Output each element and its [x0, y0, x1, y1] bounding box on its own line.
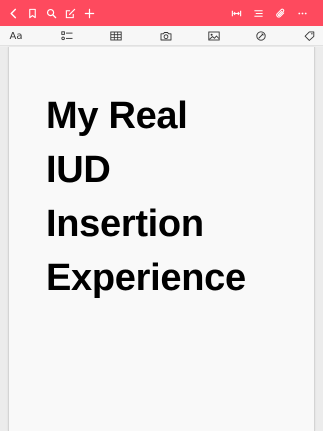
fit-width-icon[interactable]: [225, 0, 247, 26]
checklist-icon[interactable]: [58, 26, 76, 46]
attachment-icon[interactable]: [269, 0, 291, 26]
note-title-line: Experience: [46, 257, 246, 299]
back-icon[interactable]: [4, 0, 23, 26]
search-icon[interactable]: [42, 0, 61, 26]
bookmark-icon[interactable]: [23, 0, 42, 26]
note-title[interactable]: My Real IUD Insertion Experience: [46, 89, 311, 305]
outline-icon[interactable]: [247, 0, 269, 26]
note-page[interactable]: My Real IUD Insertion Experience: [8, 47, 315, 431]
more-icon[interactable]: [291, 0, 313, 26]
add-icon[interactable]: [80, 0, 99, 26]
compose-icon[interactable]: [61, 0, 80, 26]
tag-icon[interactable]: [300, 26, 318, 46]
top-toolbar-right: [225, 0, 313, 26]
note-title-line: IUD: [46, 149, 111, 191]
note-title-line: Insertion: [46, 203, 204, 245]
top-toolbar-left: [4, 0, 99, 26]
image-icon[interactable]: [205, 26, 223, 46]
table-icon[interactable]: [107, 26, 125, 46]
drawing-icon[interactable]: [252, 26, 270, 46]
text-style-button[interactable]: Aa: [5, 26, 27, 46]
note-title-line: My Real: [46, 95, 188, 137]
format-toolbar: Aa: [0, 26, 323, 46]
camera-icon[interactable]: [157, 26, 175, 46]
document-canvas[interactable]: My Real IUD Insertion Experience: [0, 47, 323, 431]
text-style-label: Aa: [9, 30, 23, 42]
top-toolbar: [0, 0, 323, 26]
